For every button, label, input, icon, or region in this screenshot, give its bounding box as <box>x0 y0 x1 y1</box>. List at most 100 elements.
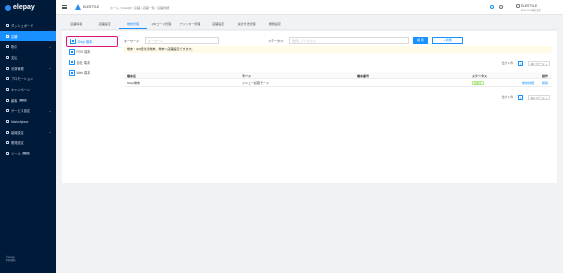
terminal-type-label: POS 端末 <box>76 50 91 55</box>
page-number[interactable]: 1 <box>518 94 524 100</box>
sidebar-item[interactable]: キャンペーン <box>0 84 56 95</box>
status-label: ステータス: <box>268 38 284 43</box>
terminal-type-label: 自社 端末 <box>76 60 91 65</box>
help-icon[interactable] <box>490 4 494 9</box>
sidebar-item[interactable]: 店舗 <box>0 30 56 42</box>
col-mode: モード <box>242 74 252 78</box>
notification-bell-icon[interactable] <box>499 4 503 9</box>
sidebar-item[interactable]: 支払 <box>0 52 56 63</box>
next-page-icon[interactable]: › <box>525 61 526 65</box>
terminal-type-label: Web 端末 <box>76 71 91 76</box>
pagination-bottom: 合計 1 件 ‹ 1 › 10 / ページ ⌄ <box>502 94 550 100</box>
beta-badge: BETA <box>22 152 31 156</box>
terminal-type-label: Shop 端末 <box>77 39 93 44</box>
sidebar-item-label: プロモーション <box>11 77 34 82</box>
marketplace-icon <box>6 120 9 124</box>
next-page-icon[interactable]: › <box>525 95 526 99</box>
table-header: 端末名 モード 端末番号 ステータス 操作 <box>124 72 552 79</box>
sidebar-item-label: 組織設定 <box>11 130 24 135</box>
pagination-total: 合計 1 件 <box>501 61 514 65</box>
terminal-type-item[interactable]: POS 端末 <box>66 47 118 58</box>
sidebar-item[interactable]: プロモーション <box>0 73 56 84</box>
logo-icon <box>5 4 11 11</box>
elepay-logo[interactable]: elepay <box>5 4 35 11</box>
logo-text: elepay <box>13 4 35 11</box>
pagination-total: 合計 1 件 <box>501 95 514 99</box>
brand-logo-icon <box>75 4 81 10</box>
add-terminal-button[interactable]: + 新規 <box>432 37 463 44</box>
terminal-type-item[interactable]: Shop 端末 <box>66 36 118 47</box>
transaction-icon <box>6 45 9 49</box>
brand: ELESTYLE <box>75 4 99 10</box>
sidebar-nav: ダッシュボード 店舗 取引 ⌄ 支払 決済管理 ⌄ プロモーション キャンペーン 顧客 BETA サー… <box>0 20 56 159</box>
delete-link[interactable]: 削除 <box>542 81 548 85</box>
terminal-icon <box>69 49 75 55</box>
terminal-table: 端末名 モード 端末番号 ステータス 操作 Shop端末 メニュー読取モード 利… <box>124 72 552 87</box>
sidebar-item-label: ツール <box>11 152 21 157</box>
sidebar-item-label: 決済管理 <box>11 66 24 71</box>
tab[interactable]: 決済方法管理 <box>232 21 260 29</box>
tab[interactable]: 店舗設定 <box>204 21 232 29</box>
page-number[interactable]: 1 <box>518 60 524 66</box>
sidebar-item-label: キャンペーン <box>11 87 30 92</box>
search-button[interactable]: 検 索 <box>413 37 428 44</box>
topbar-icons <box>490 4 503 9</box>
prev-page-icon[interactable]: ‹ <box>515 61 516 65</box>
terminal-detail-link[interactable]: 端末詳細 <box>522 81 534 85</box>
chevron-down-icon: ⌄ <box>48 66 51 71</box>
sidebar: elepay ダッシュボード 店舗 取引 ⌄ 支払 決済管理 ⌄ プロモーション キャンペーン顧… <box>0 0 56 273</box>
user-menu[interactable]: ELESTYLE ELESTYLE株式会社 <box>516 4 541 12</box>
sidebar-footer: ©elepay 利用規約 <box>6 256 16 263</box>
terminal-type-item[interactable]: 自社 端末 <box>66 57 118 68</box>
sidebar-item[interactable]: 組織設定 ⌄ <box>0 127 56 138</box>
beta-badge: BETA <box>18 98 27 102</box>
customer-icon <box>6 98 9 102</box>
tab[interactable]: 端末管理 <box>118 21 148 29</box>
sidebar-item-label: サービス設定 <box>11 109 31 114</box>
organization-settings-icon <box>6 130 9 134</box>
breadcrumb[interactable]: ホーム / OneQR / 店舗 / 店舗一覧 / 店舗詳細 <box>110 6 169 10</box>
chevron-down-icon: ⌄ <box>48 130 51 135</box>
tab[interactable]: プリンター管理 <box>176 21 204 29</box>
keyword-label: キーワード: <box>124 38 140 43</box>
page-size-select[interactable]: 10 / ページ ⌄ <box>528 94 550 100</box>
terminal-type-item[interactable]: Web 端末 <box>66 68 118 79</box>
col-action: 操作 <box>542 74 549 78</box>
tab[interactable]: 店舗情報 <box>62 21 90 29</box>
tools-icon <box>6 152 9 156</box>
sidebar-item[interactable]: サービス設定 ⌄ <box>0 106 56 117</box>
prev-page-icon[interactable]: ‹ <box>515 95 516 99</box>
terminal-type-menu: Shop 端末 POS 端末 自社 端末 Web 端末 <box>66 36 118 78</box>
pagination-top: 合計 1 件 ‹ 1 › 10 / ページ ⌄ <box>502 60 550 66</box>
tab[interactable]: 機能設定 <box>261 21 289 29</box>
tab[interactable]: 店舗設定 <box>90 21 118 29</box>
page-size-select[interactable]: 10 / ページ ⌄ <box>528 60 550 66</box>
store-icon <box>6 34 9 38</box>
terms-link[interactable]: 利用規約 <box>6 259 16 262</box>
sidebar-item[interactable]: 決済管理 ⌄ <box>0 63 56 74</box>
sidebar-item[interactable]: 開発設定 <box>0 138 56 149</box>
user-company: ELESTYLE株式会社 <box>521 9 541 12</box>
sidebar-item-label: 取引 <box>11 45 18 50</box>
tab[interactable]: QRコード管理 <box>147 21 175 29</box>
developer-settings-icon <box>6 141 9 145</box>
terminal-management-panel: Shop 端末 POS 端末 自社 端末 Web 端末 キーワード: キーワード ステ… <box>62 31 557 183</box>
col-number: 端末番号 <box>357 74 370 78</box>
chevron-down-icon: ⌄ <box>48 108 51 113</box>
status-select[interactable]: 選択してください <box>289 37 409 44</box>
search-row: キーワード: キーワード ステータス: 選択してください 検 索 + 新規 <box>124 37 552 45</box>
sidebar-item-label: 顧客 <box>11 98 18 103</box>
sidebar-item-label: Marketplace <box>11 119 29 124</box>
sidebar-item[interactable]: ツール BETA <box>0 148 56 159</box>
sidebar-item[interactable]: Marketplace <box>0 116 56 127</box>
sidebar-item-label: 開発設定 <box>11 141 24 146</box>
keyword-input[interactable]: キーワード <box>145 37 219 44</box>
store-tabs: 店舗情報 店舗設定 端末管理 QRコード管理 プリンター管理 店舗設定 決済方法管理 機能設定 <box>62 21 289 29</box>
sidebar-item[interactable]: ダッシュボード <box>0 20 56 31</box>
sidebar-item[interactable]: 顧客 BETA <box>0 95 56 106</box>
sidebar-item[interactable]: 取引 ⌄ <box>0 41 56 52</box>
brand-name: ELESTYLE <box>83 5 100 9</box>
service-settings-icon <box>6 109 9 113</box>
tabs-divider <box>62 28 557 30</box>
hamburger-menu-icon[interactable] <box>62 5 67 9</box>
